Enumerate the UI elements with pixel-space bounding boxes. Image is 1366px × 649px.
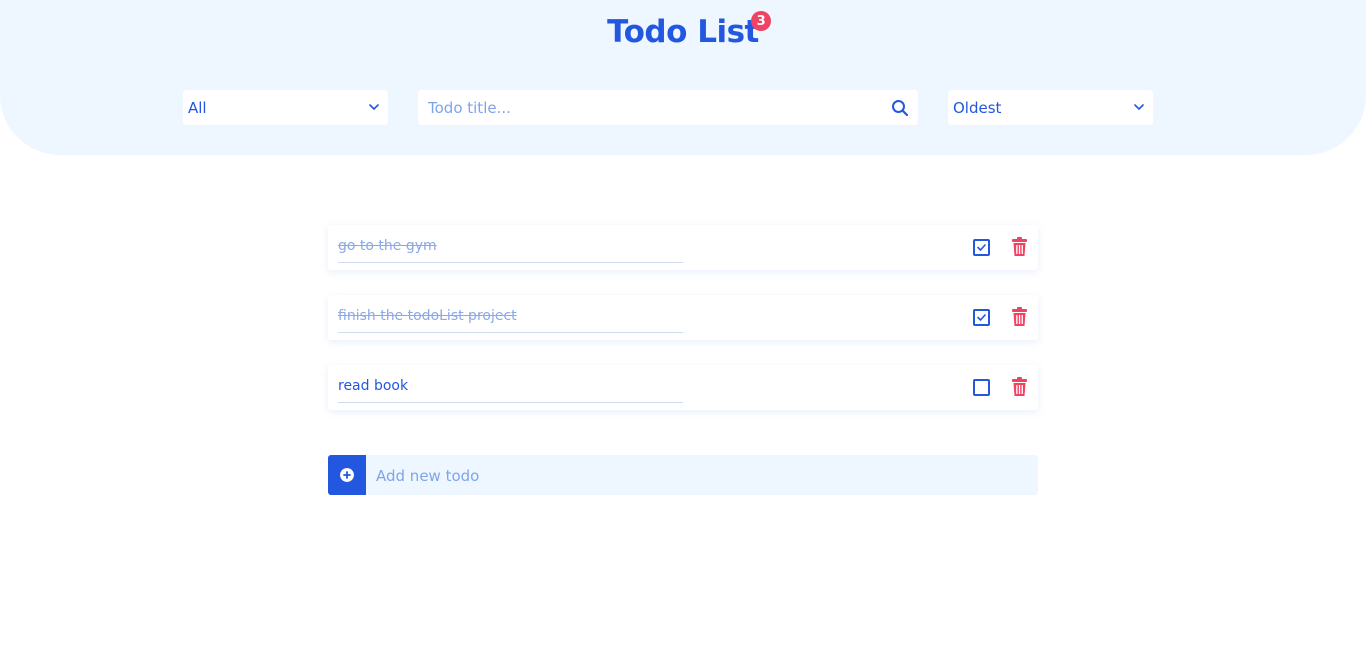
todo-count-badge: 3 xyxy=(750,11,771,31)
todo-item: finish the todoList project xyxy=(328,295,1038,340)
search-placeholder: Todo title... xyxy=(428,98,511,117)
todo-item: go to the gym xyxy=(328,225,1038,270)
sort-select[interactable]: Oldest xyxy=(948,90,1153,125)
complete-checkbox[interactable] xyxy=(973,379,990,396)
search-icon[interactable] xyxy=(891,99,909,117)
trash-icon[interactable] xyxy=(1011,237,1028,257)
complete-checkbox[interactable] xyxy=(973,309,990,326)
status-filter-select[interactable]: All xyxy=(183,90,388,125)
header: Todo List 3 All Todo title... Oldest xyxy=(0,0,1366,155)
trash-icon[interactable] xyxy=(1011,307,1028,327)
add-todo-button[interactable] xyxy=(328,455,366,495)
check-icon xyxy=(977,314,986,321)
app-title-text: Todo List xyxy=(607,14,759,50)
complete-checkbox[interactable] xyxy=(973,239,990,256)
todo-title-input[interactable]: finish the todoList project xyxy=(338,308,683,333)
check-icon xyxy=(977,244,986,251)
status-filter-value: All xyxy=(188,98,207,117)
trash-icon[interactable] xyxy=(1011,377,1028,397)
search-input[interactable]: Todo title... xyxy=(418,90,918,125)
chevron-down-icon xyxy=(1134,104,1144,110)
todo-title-input[interactable]: read book xyxy=(338,378,683,403)
todo-item: read book xyxy=(328,365,1038,410)
app-title: Todo List 3 xyxy=(607,11,771,50)
todo-title-input[interactable]: go to the gym xyxy=(338,238,683,263)
add-todo-input[interactable]: Add new todo xyxy=(376,467,479,485)
plus-circle-icon xyxy=(340,468,354,482)
title-container: Todo List 3 xyxy=(0,11,1366,50)
chevron-down-icon xyxy=(369,104,379,110)
sort-value: Oldest xyxy=(953,98,1002,117)
add-todo-row: Add new todo xyxy=(328,455,1038,495)
